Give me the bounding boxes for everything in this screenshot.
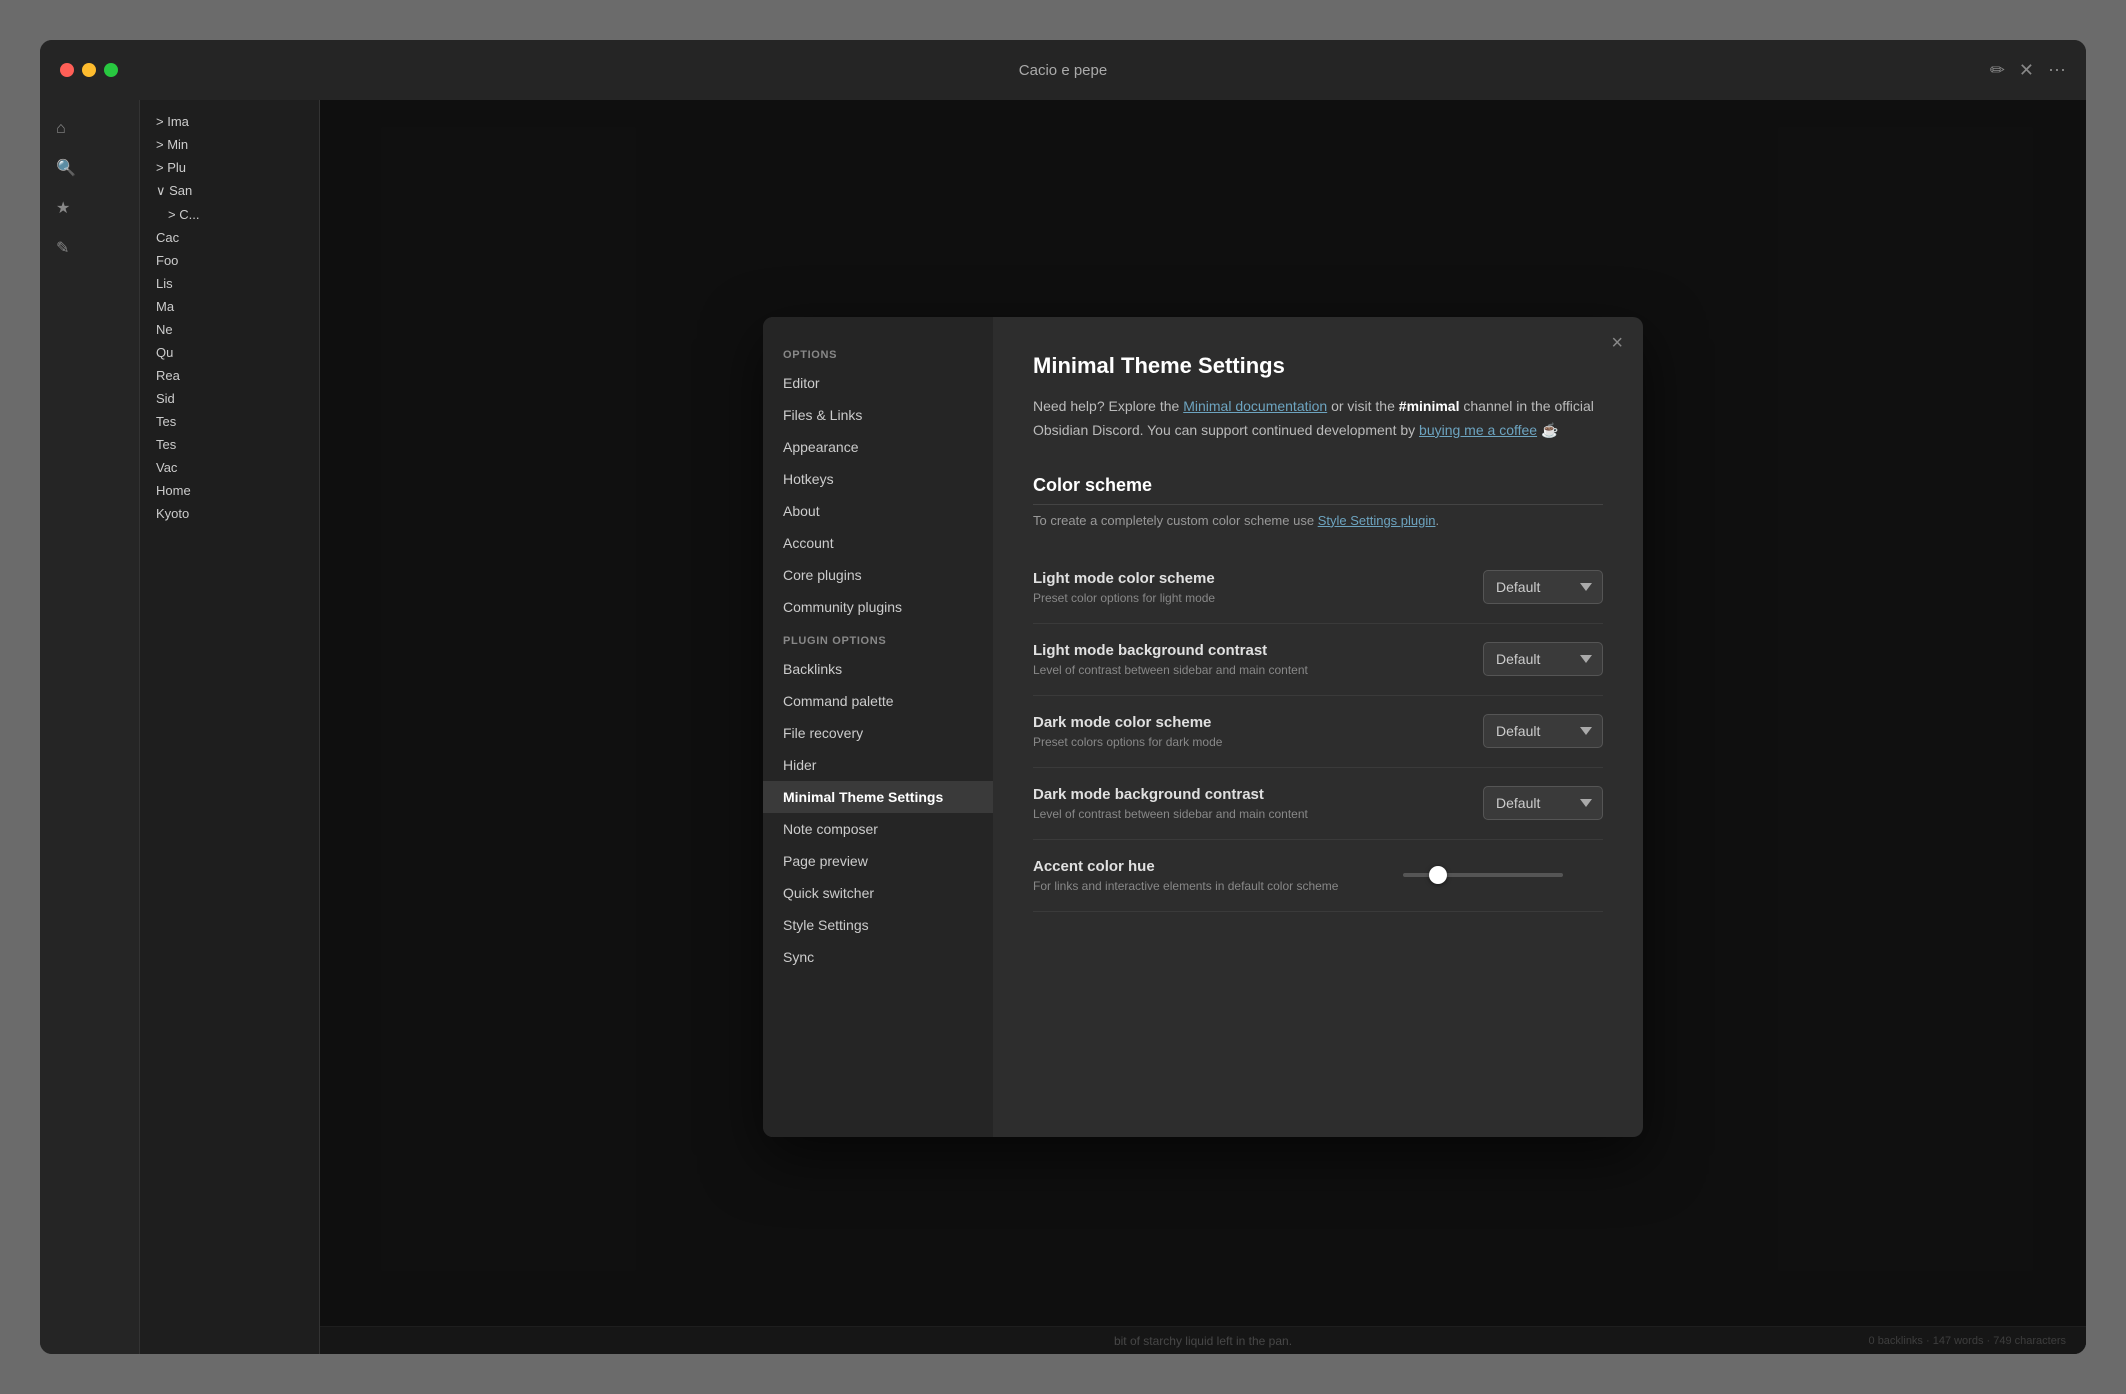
buy-coffee-link[interactable]: buying me a coffee (1419, 422, 1537, 438)
window-controls (60, 63, 118, 77)
style-settings-link[interactable]: Style Settings plugin (1318, 513, 1436, 528)
file-tree-item[interactable]: Kyoto (140, 502, 319, 525)
light-contrast-select[interactable]: Default Low High (1483, 642, 1603, 676)
settings-modal: × Options Editor Files & Links Appearanc… (763, 317, 1643, 1137)
maximize-dot[interactable] (104, 63, 118, 77)
sidebar-star-icon[interactable]: ★ (40, 188, 139, 228)
setting-row-dark-color-scheme: Dark mode color scheme Preset colors opt… (1033, 696, 1603, 768)
setting-desc-light-contrast: Level of contrast between sidebar and ma… (1033, 663, 1463, 677)
file-tree-item[interactable]: Ma (140, 295, 319, 318)
settings-item-hotkeys[interactable]: Hotkeys (763, 463, 993, 495)
sidebar-home-icon[interactable]: ⌂ (40, 110, 139, 148)
settings-item-appearance[interactable]: Appearance (763, 431, 993, 463)
settings-item-sync[interactable]: Sync (763, 941, 993, 973)
setting-control-accent-hue[interactable] (1403, 873, 1603, 877)
settings-item-editor[interactable]: Editor (763, 367, 993, 399)
file-tree-item[interactable]: > C... (140, 203, 319, 226)
setting-control-dark-color[interactable]: Default Minimal Things WYR (1483, 714, 1603, 748)
sidebar-edit-icon[interactable]: ✎ (40, 228, 139, 268)
file-tree-item[interactable]: Sid (140, 387, 319, 410)
settings-item-community-plugins[interactable]: Community plugins (763, 591, 993, 623)
file-tree-item[interactable]: > Ima (140, 110, 319, 133)
setting-control-light-color[interactable]: Default Minimal Things WYR (1483, 570, 1603, 604)
settings-item-minimal-theme[interactable]: Minimal Theme Settings (763, 781, 993, 813)
file-tree-item[interactable]: Foo (140, 249, 319, 272)
app-body: ⌂ 🔍 ★ ✎ > Ima > Min > Plu ∨ San > C... C… (40, 100, 2086, 1354)
settings-item-files-links[interactable]: Files & Links (763, 399, 993, 431)
setting-desc-dark-contrast: Level of contrast between sidebar and ma… (1033, 807, 1463, 821)
title-bar: Cacio e pepe ✏ ✕ ⋯ (40, 40, 2086, 100)
accent-hue-slider[interactable] (1403, 873, 1563, 877)
setting-row-accent-hue: Accent color hue For links and interacti… (1033, 840, 1603, 912)
close-icon[interactable]: ✕ (2019, 60, 2034, 81)
minimize-dot[interactable] (82, 63, 96, 77)
modal-close-button[interactable]: × (1611, 333, 1623, 353)
settings-content: Minimal Theme Settings Need help? Explor… (993, 317, 1643, 1137)
settings-item-style-settings[interactable]: Style Settings (763, 909, 993, 941)
main-content: × Options Editor Files & Links Appearanc… (320, 100, 2086, 1354)
settings-intro: Need help? Explore the Minimal documenta… (1033, 395, 1603, 443)
setting-desc-light-color: Preset color options for light mode (1033, 591, 1463, 605)
app-window: Cacio e pepe ✏ ✕ ⋯ ⌂ 🔍 ★ ✎ > Ima > Min >… (40, 40, 2086, 1354)
color-scheme-sub: To create a completely custom color sche… (1033, 513, 1603, 528)
setting-row-light-color-scheme: Light mode color scheme Preset color opt… (1033, 552, 1603, 624)
file-tree-item[interactable]: Tes (140, 433, 319, 456)
setting-row-light-contrast: Light mode background contrast Level of … (1033, 624, 1603, 696)
file-tree-item[interactable]: > Plu (140, 156, 319, 179)
file-tree-item[interactable]: Tes (140, 410, 319, 433)
settings-item-core-plugins[interactable]: Core plugins (763, 559, 993, 591)
setting-desc-accent-hue: For links and interactive elements in de… (1033, 879, 1383, 893)
settings-item-account[interactable]: Account (763, 527, 993, 559)
sidebar-search-icon[interactable]: 🔍 (40, 148, 139, 188)
setting-label-dark-color: Dark mode color scheme (1033, 714, 1463, 731)
file-tree-item[interactable]: Rea (140, 364, 319, 387)
settings-item-file-recovery[interactable]: File recovery (763, 717, 993, 749)
settings-item-backlinks[interactable]: Backlinks (763, 653, 993, 685)
title-actions: ✏ ✕ ⋯ (1990, 60, 2066, 81)
light-color-scheme-select[interactable]: Default Minimal Things WYR (1483, 570, 1603, 604)
file-tree-item[interactable]: Home (140, 479, 319, 502)
setting-label-accent-hue: Accent color hue (1033, 858, 1383, 875)
options-section-label: Options (763, 337, 993, 367)
file-tree-item[interactable]: Cac (140, 226, 319, 249)
file-tree-item[interactable]: > Min (140, 133, 319, 156)
settings-item-command-palette[interactable]: Command palette (763, 685, 993, 717)
dark-contrast-select[interactable]: Default Low High (1483, 786, 1603, 820)
setting-desc-dark-color: Preset colors options for dark mode (1033, 735, 1463, 749)
setting-label-dark-contrast: Dark mode background contrast (1033, 786, 1463, 803)
settings-item-quick-switcher[interactable]: Quick switcher (763, 877, 993, 909)
settings-item-hider[interactable]: Hider (763, 749, 993, 781)
file-tree: > Ima > Min > Plu ∨ San > C... Cac Foo L… (140, 100, 320, 1354)
settings-item-page-preview[interactable]: Page preview (763, 845, 993, 877)
file-tree-item[interactable]: Ne (140, 318, 319, 341)
setting-label-light-contrast: Light mode background contrast (1033, 642, 1463, 659)
modal-backdrop[interactable]: × Options Editor Files & Links Appearanc… (320, 100, 2086, 1354)
setting-label-light-color: Light mode color scheme (1033, 570, 1463, 587)
file-tree-item[interactable]: Qu (140, 341, 319, 364)
setting-control-dark-contrast[interactable]: Default Low High (1483, 786, 1603, 820)
plugin-options-section-label: Plugin options (763, 623, 993, 653)
file-tree-item[interactable]: ∨ San (140, 179, 319, 203)
edit-icon[interactable]: ✏ (1990, 60, 2005, 81)
close-dot[interactable] (60, 63, 74, 77)
slider-wrapper (1403, 873, 1603, 877)
more-icon[interactable]: ⋯ (2048, 60, 2066, 81)
file-tree-item[interactable]: Vac (140, 456, 319, 479)
setting-control-light-contrast[interactable]: Default Low High (1483, 642, 1603, 676)
settings-item-note-composer[interactable]: Note composer (763, 813, 993, 845)
settings-item-about[interactable]: About (763, 495, 993, 527)
settings-page-title: Minimal Theme Settings (1033, 353, 1603, 379)
window-title: Cacio e pepe (1019, 62, 1107, 79)
file-tree-item[interactable]: Lis (140, 272, 319, 295)
dark-color-scheme-select[interactable]: Default Minimal Things WYR (1483, 714, 1603, 748)
settings-sidebar: Options Editor Files & Links Appearance … (763, 317, 993, 1137)
file-sidebar: ⌂ 🔍 ★ ✎ (40, 100, 140, 1354)
color-scheme-heading: Color scheme (1033, 475, 1603, 505)
minimal-docs-link[interactable]: Minimal documentation (1183, 398, 1327, 414)
setting-row-dark-contrast: Dark mode background contrast Level of c… (1033, 768, 1603, 840)
